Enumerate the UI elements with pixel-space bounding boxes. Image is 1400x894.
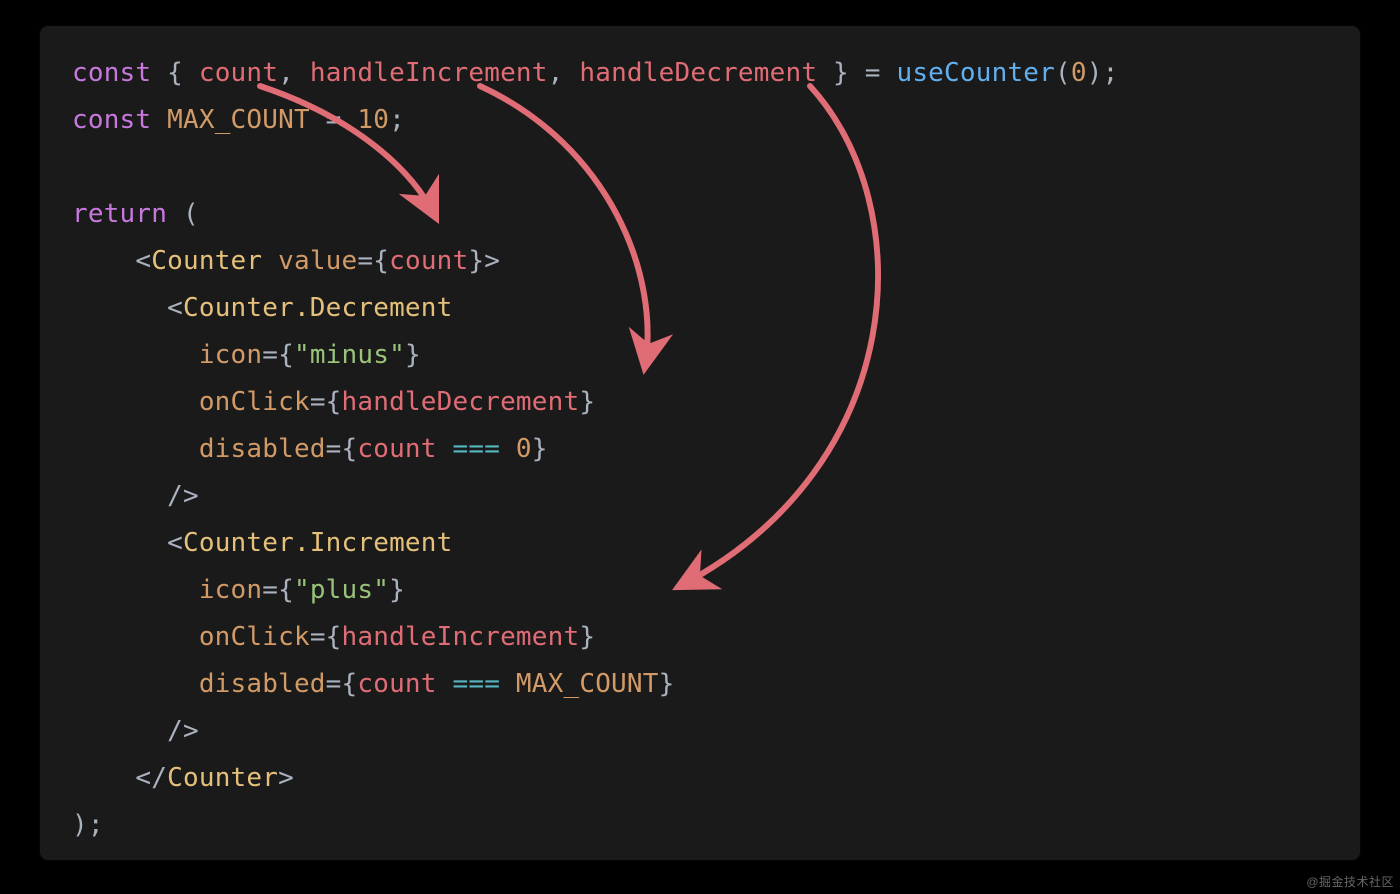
code-frame: const { count, handleIncrement, handleDe…	[40, 26, 1360, 860]
code-line-1: const { count, handleIncrement, handleDe…	[72, 58, 1118, 88]
code-line-5: <Counter value={count}>	[72, 246, 500, 276]
code-line-10: />	[72, 481, 199, 511]
code-line-8: onClick={handleDecrement}	[72, 387, 595, 417]
code-line-2: const MAX_COUNT = 10;	[72, 105, 405, 135]
code-line-13: onClick={handleIncrement}	[72, 622, 595, 652]
code-line-6: <Counter.Decrement	[72, 293, 453, 323]
code-line-15: />	[72, 716, 199, 746]
code-line-7: icon={"minus"}	[72, 340, 421, 370]
code-block: const { count, handleIncrement, handleDe…	[40, 26, 1360, 873]
code-line-9: disabled={count === 0}	[72, 434, 548, 464]
code-line-11: <Counter.Increment	[72, 528, 453, 558]
watermark: @掘金技术社区	[1306, 873, 1394, 890]
code-line-12: icon={"plus"}	[72, 575, 405, 605]
code-line-14: disabled={count === MAX_COUNT}	[72, 669, 674, 699]
code-line-16: </Counter>	[72, 763, 294, 793]
code-line-4: return (	[72, 199, 199, 229]
code-line-17: );	[72, 810, 104, 840]
